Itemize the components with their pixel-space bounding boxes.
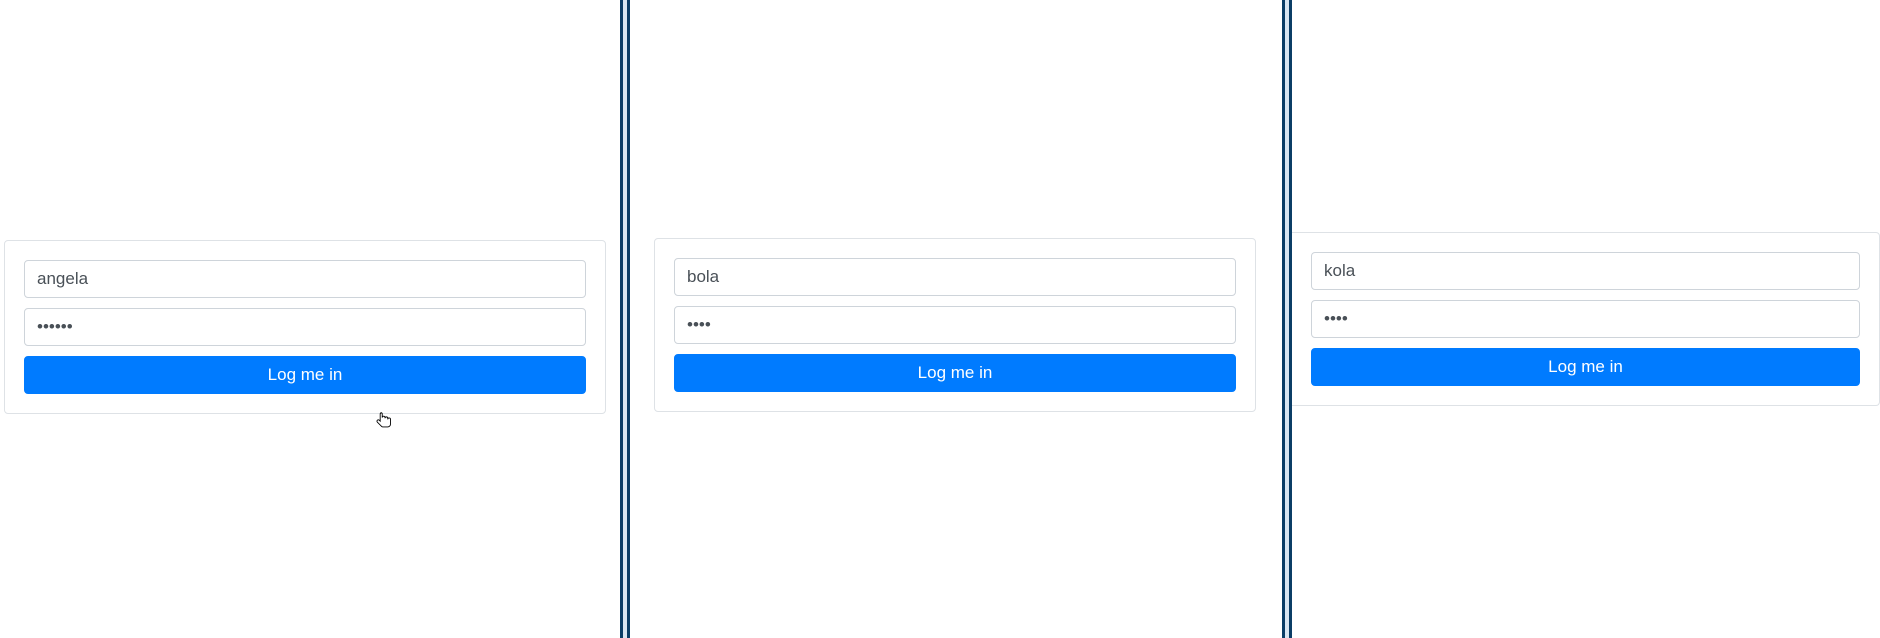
password-input[interactable] [24, 308, 586, 346]
window-divider-2 [1282, 0, 1292, 638]
password-input[interactable] [674, 306, 1236, 344]
password-input[interactable] [1311, 300, 1860, 338]
stage: Log me in Log me in Log me in [0, 0, 1880, 638]
username-input[interactable] [1311, 252, 1860, 290]
login-card: Log me in [1292, 232, 1880, 406]
login-button[interactable]: Log me in [24, 356, 586, 394]
login-panel-2: Log me in [630, 0, 1282, 638]
username-input[interactable] [674, 258, 1236, 296]
login-panel-3: Log me in [1292, 0, 1880, 638]
login-button[interactable]: Log me in [674, 354, 1236, 392]
login-button[interactable]: Log me in [1311, 348, 1860, 386]
window-divider-1 [620, 0, 630, 638]
login-panel-1: Log me in [0, 0, 620, 638]
login-card: Log me in [654, 238, 1256, 412]
login-card: Log me in [4, 240, 606, 414]
username-input[interactable] [24, 260, 586, 298]
